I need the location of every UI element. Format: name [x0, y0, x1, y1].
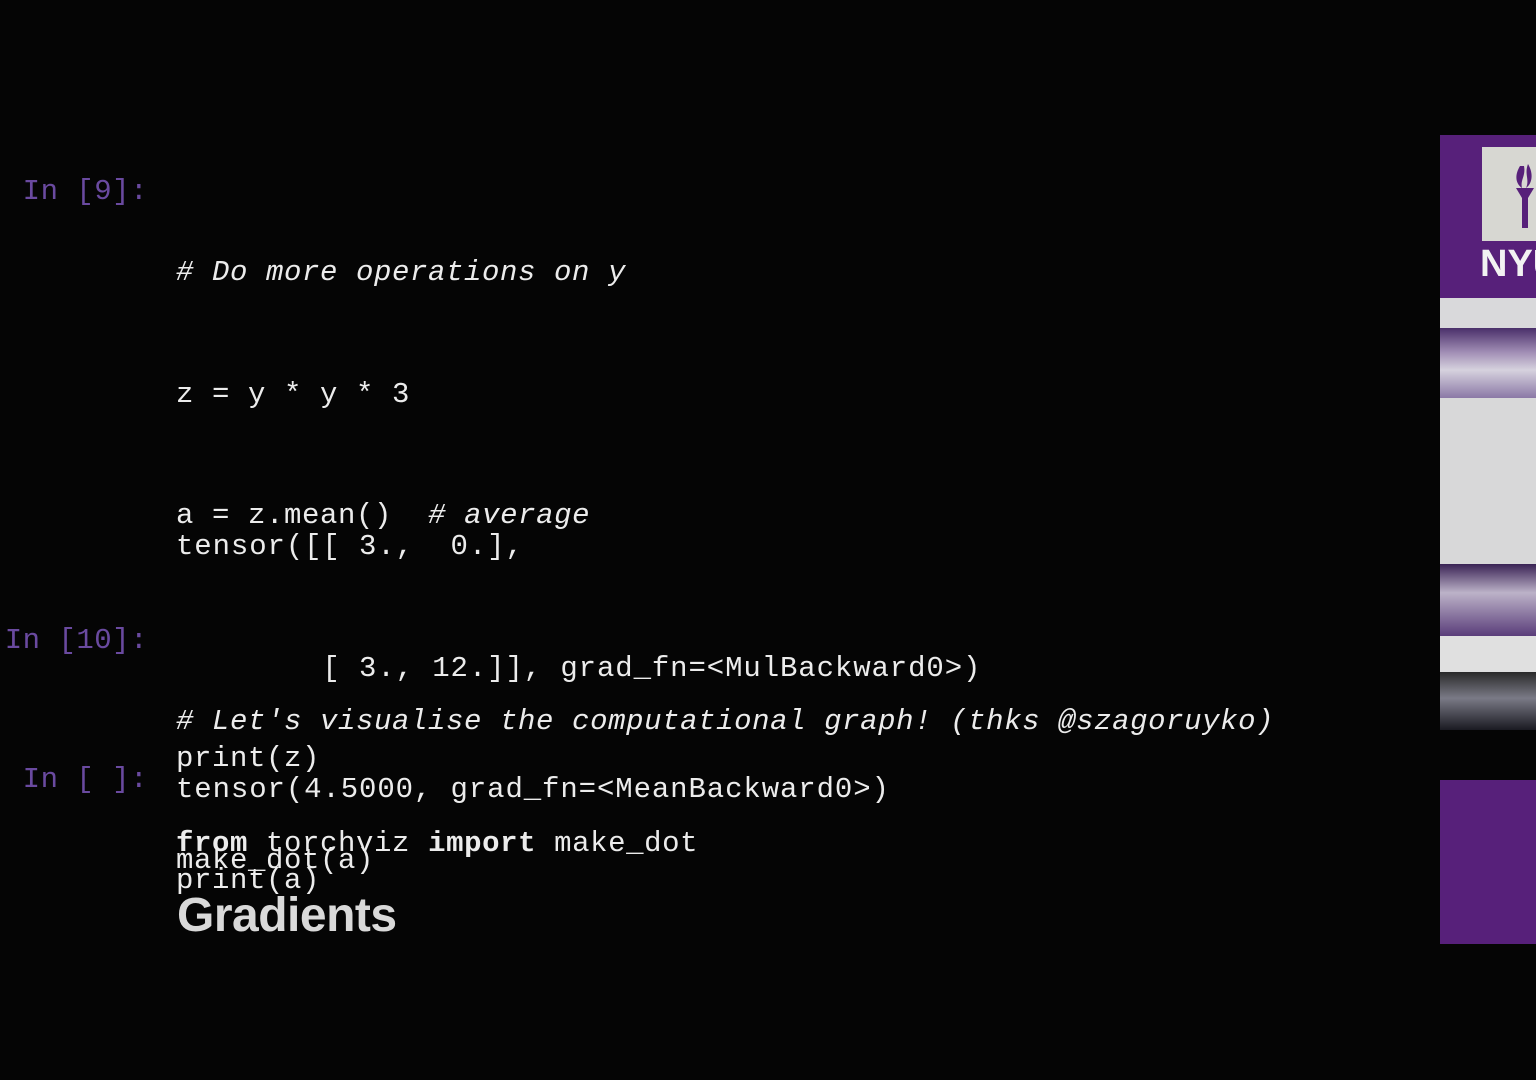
- keyword-import: import: [428, 826, 537, 860]
- imported-name: make_dot: [554, 826, 699, 860]
- torch-icon: [1516, 164, 1534, 228]
- output-line: tensor([[ 3., 0.],: [176, 530, 524, 563]
- cell-prompt: In [10]:: [4, 624, 148, 657]
- code-line: make_dot(a): [176, 844, 375, 877]
- brand-block: [1440, 780, 1536, 944]
- code-line: z = y * y * 3: [176, 377, 411, 411]
- video-panel: NYU: [1440, 0, 1536, 1080]
- code-comment: # Let's visualise the computational grap…: [176, 705, 1275, 738]
- markdown-heading: Gradients: [177, 889, 397, 942]
- video-frame: [1440, 298, 1536, 730]
- logo-text: NYU: [1480, 243, 1536, 285]
- notebook: In [9]: # Do more operations on y z = y …: [0, 0, 1440, 1080]
- cell-prompt: In [ ]:: [22, 763, 148, 796]
- cell-prompt: In [9]:: [22, 175, 148, 208]
- code-comment: # Do more operations on y: [176, 256, 627, 289]
